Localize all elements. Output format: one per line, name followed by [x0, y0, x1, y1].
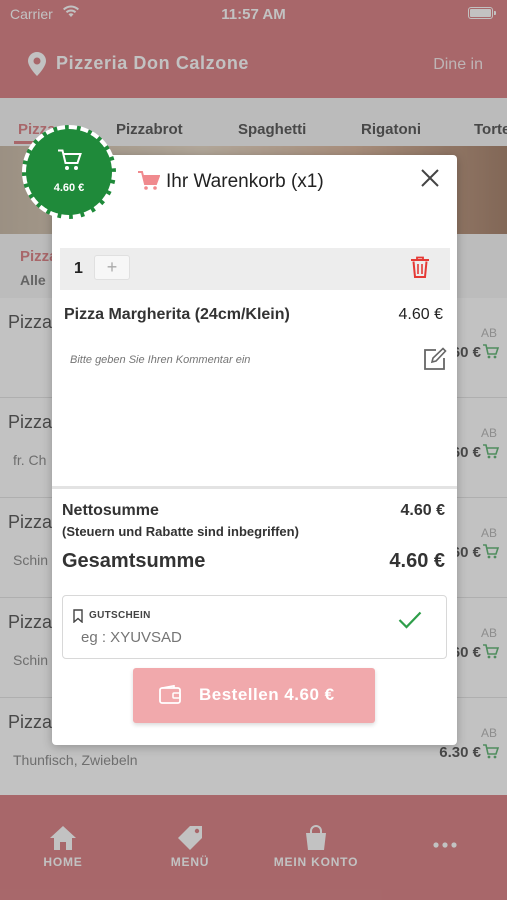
- cart-title: Ihr Warenkorb (x1): [166, 171, 324, 192]
- increase-quantity-button[interactable]: +: [94, 255, 130, 280]
- close-icon[interactable]: [419, 167, 441, 189]
- bookmark-icon: [73, 609, 83, 628]
- trash-icon[interactable]: [410, 256, 430, 283]
- summary-divider: [52, 486, 457, 489]
- cart-modal: Ihr Warenkorb (x1) 1 + Pizza Margherita …: [52, 155, 457, 745]
- cart-item-name: Pizza Margherita (24cm/Klein): [64, 306, 290, 323]
- edit-comment-icon[interactable]: [423, 347, 447, 376]
- net-total-label: Nettosumme: [62, 502, 159, 519]
- apply-voucher-check-icon[interactable]: [398, 611, 422, 634]
- grand-total-label: Gesamtsumme: [62, 550, 206, 572]
- order-button[interactable]: Bestellen 4.60 €: [133, 668, 375, 723]
- order-button-label: Bestellen 4.60 €: [199, 685, 335, 704]
- cart-icon: [58, 149, 82, 170]
- tax-note: (Steuern und Rabatte sind inbegriffen): [62, 524, 299, 539]
- cart-item-price: 4.60 €: [398, 306, 443, 323]
- cart-badge[interactable]: 4.60 €: [22, 125, 116, 219]
- cart-icon: [138, 171, 161, 196]
- net-total-value: 4.60 €: [400, 502, 445, 519]
- voucher-label: GUTSCHEIN: [89, 610, 151, 621]
- wallet-icon: [159, 684, 181, 709]
- voucher-field: GUTSCHEIN: [62, 595, 447, 659]
- voucher-input[interactable]: [81, 629, 381, 646]
- grand-total-value: 4.60 €: [389, 550, 445, 572]
- item-quantity: 1: [74, 260, 83, 277]
- cart-badge-price: 4.60 €: [53, 182, 85, 194]
- comment-input[interactable]: [70, 354, 390, 366]
- quantity-bar: 1 +: [60, 248, 450, 290]
